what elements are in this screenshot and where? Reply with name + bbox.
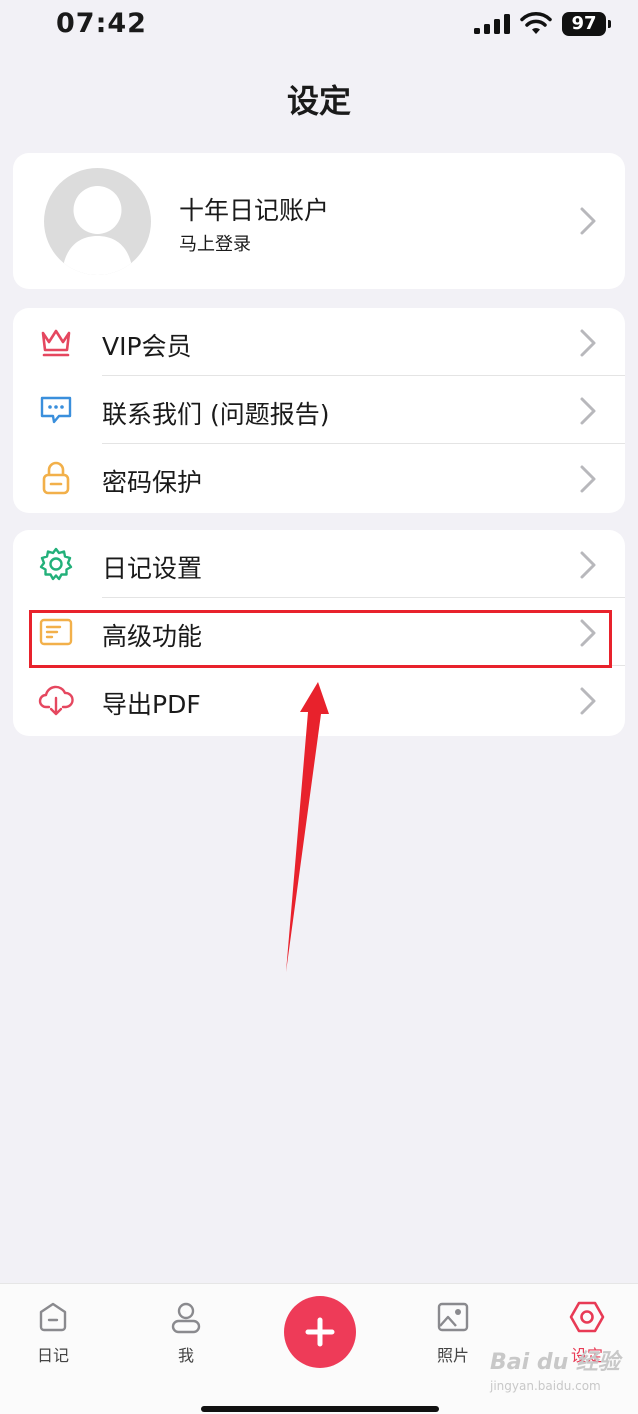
cloud-download-icon (38, 685, 74, 716)
profile-login-link[interactable]: 马上登录 (179, 230, 251, 256)
settings-hex-icon (569, 1301, 605, 1333)
menu-item-export-pdf[interactable]: 导出PDF (13, 666, 625, 734)
tab-label: 日记 (36, 1346, 69, 1365)
tab-bar: 日记 我 照片 设定 Bai du 经验 jingyan.baidu.com (0, 1283, 638, 1414)
highlight-annotation-box (29, 610, 612, 668)
battery-icon: 97 (562, 12, 611, 36)
tab-diary[interactable]: 日记 (13, 1300, 93, 1366)
watermark: Bai du 经验 (490, 1350, 620, 1375)
menu-item-label: 导出PDF (102, 690, 201, 719)
crown-icon (41, 329, 71, 357)
chevron-right-icon (580, 687, 596, 715)
chevron-right-icon (580, 329, 596, 357)
photo-icon (437, 1302, 469, 1332)
status-time: 07:42 (56, 8, 147, 39)
page-title: 设定 (286, 82, 351, 120)
menu-item-vip[interactable]: VIP会员 (13, 308, 625, 376)
home-indicator (201, 1406, 439, 1412)
profile-card[interactable]: 十年日记账户 马上登录 (13, 153, 625, 289)
diary-icon (39, 1302, 67, 1332)
add-entry-button[interactable] (284, 1296, 356, 1368)
profile-name: 十年日记账户 (179, 196, 330, 225)
battery-level: 97 (571, 13, 597, 34)
gear-icon (39, 547, 73, 581)
lock-icon (42, 461, 70, 495)
menu-item-password[interactable]: 密码保护 (13, 444, 625, 512)
menu-item-label: 联系我们 (问题报告) (102, 400, 330, 429)
tab-me[interactable]: 我 (146, 1300, 226, 1366)
status-bar: 07:42 97 (0, 0, 638, 50)
menu-item-contact[interactable]: 联系我们 (问题报告) (13, 376, 625, 444)
avatar (44, 168, 151, 275)
chevron-right-icon (580, 207, 596, 235)
person-icon (171, 1302, 201, 1334)
chevron-right-icon (580, 551, 596, 579)
menu-item-label: 密码保护 (102, 468, 203, 497)
watermark-url: jingyan.baidu.com (490, 1379, 601, 1393)
wifi-icon (520, 12, 552, 34)
tab-photos[interactable]: 照片 (413, 1300, 493, 1366)
menu-item-diary-settings[interactable]: 日记设置 (13, 530, 625, 598)
default-avatar-icon (62, 186, 133, 275)
menu-item-label: VIP会员 (102, 332, 192, 361)
tab-label: 照片 (436, 1346, 469, 1365)
chevron-right-icon (580, 397, 596, 425)
chevron-right-icon (580, 465, 596, 493)
account-settings-group: VIP会员 联系我们 (问题报告) 密码保护 (13, 308, 625, 513)
cellular-signal-icon (474, 14, 510, 34)
plus-icon (305, 1317, 335, 1347)
menu-item-label: 日记设置 (102, 554, 203, 583)
tab-label: 我 (177, 1346, 194, 1365)
chat-bubble-icon (40, 396, 72, 424)
